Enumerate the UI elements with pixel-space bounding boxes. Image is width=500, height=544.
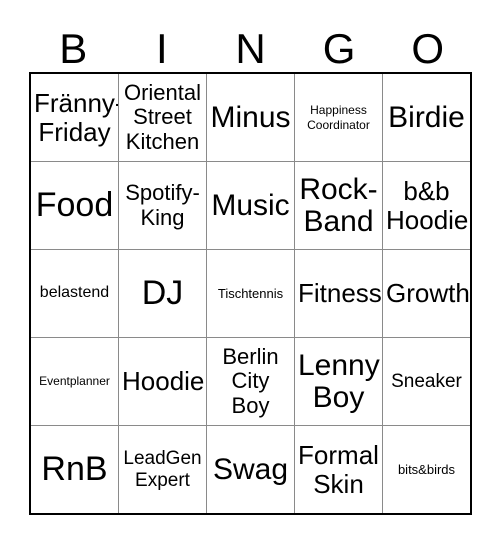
bingo-cell[interactable]: bits&birds [383,426,470,513]
bingo-header: B I N G O [29,16,472,72]
bingo-cell[interactable]: Minus [207,74,295,161]
bingo-cell[interactable]: Hoodie [119,338,207,425]
bingo-cell-label: Fitness [298,278,382,309]
bingo-cell[interactable]: Eventplanner [31,338,119,425]
bingo-cell-label: Oriental Street Kitchen [123,80,202,154]
bingo-header-letter-g: G [322,25,356,72]
bingo-cell-label: Berlin City Boy [222,344,279,418]
bingo-cell[interactable]: Growth [383,250,470,337]
bingo-cell[interactable]: LeadGen Expert [119,426,207,513]
bingo-card: B I N G O Fränny- Friday Oriental Street… [0,0,500,544]
bingo-cell-label: Food [35,185,114,224]
bingo-cell[interactable]: DJ [119,250,207,337]
bingo-cell-label: bits&birds [397,461,456,477]
bingo-cell[interactable]: Fränny- Friday [31,74,119,161]
bingo-cell[interactable]: Music [207,162,295,249]
bingo-cell[interactable]: Happiness Coordinator [295,74,383,161]
bingo-cell[interactable]: Fitness [295,250,383,337]
bingo-cell[interactable]: Formal Skin [295,426,383,513]
bingo-cell-label: Happiness Coordinator [307,103,370,132]
bingo-row: Food Spotify- King Music Rock- Band b&b … [31,162,470,250]
bingo-cell[interactable]: Birdie [383,74,470,161]
bingo-cell[interactable]: Tischtennis [207,250,295,337]
bingo-cell[interactable]: b&b Hoodie [383,162,470,249]
bingo-cell-label: LeadGen Expert [123,448,202,491]
bingo-cell-label: Lenny Boy [298,348,380,414]
bingo-cell-label: Growth [386,278,470,309]
bingo-cell-label: Tischtennis [217,285,284,301]
bingo-header-letter-b: B [59,25,88,72]
bingo-header-letter-n: N [235,25,266,72]
bingo-header-letter-i: I [156,25,168,72]
bingo-row: Eventplanner Hoodie Berlin City Boy Lenn… [31,338,470,426]
bingo-cell[interactable]: RnB [31,426,119,513]
bingo-cell-label: Rock- Band [299,172,378,238]
bingo-cell-label: DJ [141,273,184,312]
bingo-cell-label: Sneaker [391,370,462,392]
bingo-cell[interactable]: Oriental Street Kitchen [119,74,207,161]
bingo-cell-label: b&b Hoodie [386,176,469,235]
bingo-cell[interactable]: Food [31,162,119,249]
bingo-cell-label: Music [211,188,290,222]
bingo-cell-label: Hoodie [122,366,205,397]
bingo-cell[interactable]: belastend [31,250,119,337]
bingo-cell-label: belastend [39,284,110,302]
bingo-cell[interactable]: Rock- Band [295,162,383,249]
bingo-cell[interactable]: Lenny Boy [295,338,383,425]
bingo-header-letter-o: O [411,25,444,72]
bingo-cell-label: Swag [212,452,289,486]
bingo-row: Fränny- Friday Oriental Street Kitchen M… [31,74,470,162]
bingo-cell[interactable]: Swag [207,426,295,513]
bingo-cell-label: RnB [41,449,108,488]
bingo-cell[interactable]: Sneaker [383,338,470,425]
bingo-row: RnB LeadGen Expert Swag Formal Skin bits… [31,426,470,513]
bingo-cell[interactable]: Berlin City Boy [207,338,295,425]
bingo-cell[interactable]: Spotify- King [119,162,207,249]
bingo-cell-label: Spotify- King [125,180,200,230]
bingo-cell-label: Minus [210,100,291,134]
bingo-cell-label: Birdie [388,100,465,134]
bingo-cell-label: Eventplanner [39,374,110,389]
bingo-grid: Fränny- Friday Oriental Street Kitchen M… [29,72,472,515]
bingo-row: belastend DJ Tischtennis Fitness Growth [31,250,470,338]
bingo-cell-label: Fränny- Friday [34,88,119,147]
bingo-cell-label: Formal Skin [298,440,379,499]
